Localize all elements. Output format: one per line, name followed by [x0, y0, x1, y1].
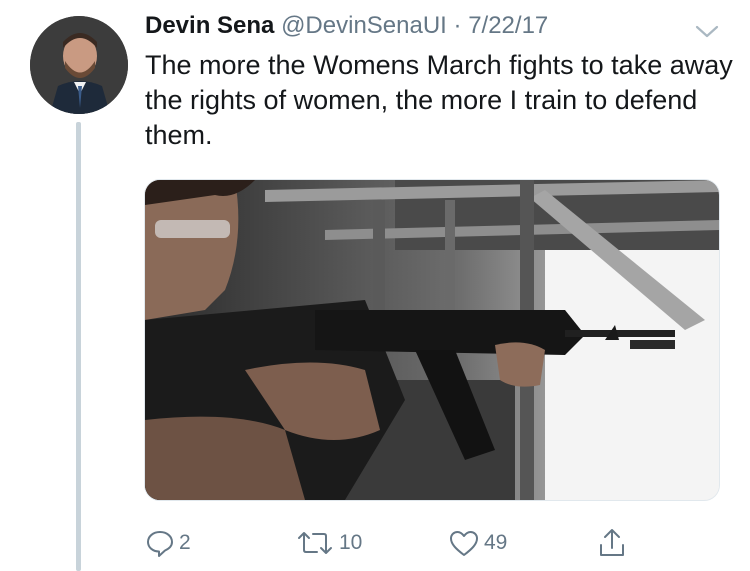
retweet-icon — [298, 532, 332, 554]
reply-icon — [147, 531, 173, 557]
thread-line — [76, 122, 81, 571]
chevron-down-icon[interactable] — [694, 22, 720, 40]
reply-count: 2 — [179, 531, 191, 554]
tweet-header: Devin Sena @DevinSenaUI · 7/22/17 — [145, 12, 548, 40]
tweet-text: The more the Womens March fights to take… — [145, 50, 733, 150]
avatar[interactable] — [30, 16, 128, 114]
share-icon — [600, 529, 624, 556]
separator: · — [453, 12, 462, 39]
share-button[interactable] — [597, 526, 627, 560]
tweet-image[interactable] — [144, 179, 720, 501]
handle[interactable]: @DevinSenaUI — [281, 12, 447, 39]
retweet-button[interactable]: 10 — [295, 526, 362, 560]
retweet-count: 10 — [339, 531, 363, 554]
heart-icon — [450, 531, 478, 556]
tweet-date[interactable]: 7/22/17 — [468, 12, 548, 39]
profile-photo — [30, 16, 128, 114]
tweet-actions: 2 10 49 — [145, 526, 645, 560]
like-button[interactable]: 49 — [448, 526, 507, 560]
display-name[interactable]: Devin Sena — [145, 12, 274, 39]
reply-button[interactable]: 2 — [145, 526, 191, 560]
like-count: 49 — [484, 531, 508, 554]
